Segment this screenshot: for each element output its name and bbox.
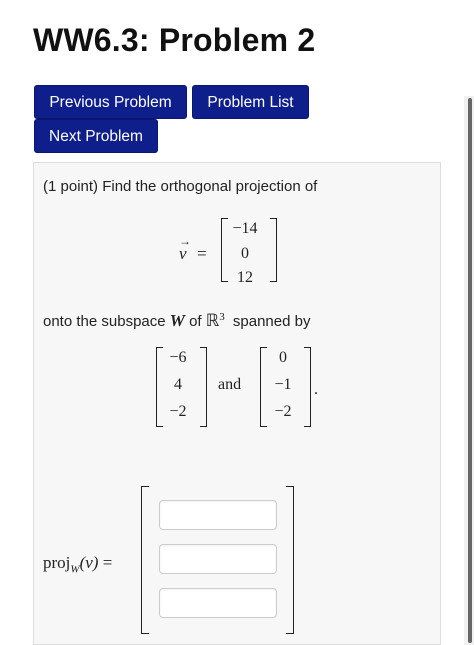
next-problem-button[interactable]: Next Problem (34, 119, 158, 153)
proj-equals: = (102, 553, 113, 572)
proj-text: proj (43, 553, 71, 572)
u2-entry-1: 0 (279, 349, 287, 366)
equals-sign: = (197, 244, 207, 263)
answer-input-2[interactable] (159, 544, 277, 574)
v-entry-2: 0 (241, 245, 249, 262)
of-word: of (189, 313, 202, 330)
R-symbol: ℝ (205, 311, 220, 330)
answer-input-1[interactable] (159, 500, 277, 530)
and-word: and (218, 376, 242, 393)
subspace-sentence: onto the subspace W of ℝ3 spanned by (43, 311, 310, 331)
problem-panel: (1 point) Find the orthogonal projection… (33, 162, 441, 645)
W-symbol: W (169, 311, 185, 330)
v-entry-3: 12 (237, 269, 253, 286)
proj-subscript: W (70, 563, 80, 576)
period: . (314, 381, 318, 398)
proj-argument: (v) (79, 553, 99, 572)
previous-problem-button[interactable]: Previous Problem (34, 85, 187, 119)
u2-entry-2: −1 (274, 376, 292, 393)
projection-label: projW(v) = (43, 553, 112, 575)
problem-intro-text: (1 point) Find the orthogonal projection… (43, 178, 318, 195)
right-bracket (270, 218, 277, 282)
scrollbar-thumb[interactable] (468, 98, 472, 643)
u1-entry-1: −6 (169, 349, 187, 366)
u1-entry-2: 4 (174, 376, 182, 393)
page-title: WW6.3: Problem 2 (33, 22, 316, 58)
right-bracket (304, 347, 311, 427)
v-entry-1: −14 (232, 220, 258, 237)
u1-entry-3: −2 (169, 403, 187, 420)
answer-right-bracket (286, 486, 294, 634)
onto-prefix: onto the subspace (43, 313, 166, 330)
u2-entry-3: −2 (274, 403, 292, 420)
problem-list-button[interactable]: Problem List (192, 85, 309, 119)
spanned-by-text: spanned by (232, 313, 311, 330)
answer-input-3[interactable] (159, 588, 277, 618)
answer-left-bracket (141, 486, 149, 634)
v-arrow-icon: → (179, 234, 191, 248)
right-bracket (200, 347, 207, 427)
R-exponent: 3 (219, 311, 225, 323)
